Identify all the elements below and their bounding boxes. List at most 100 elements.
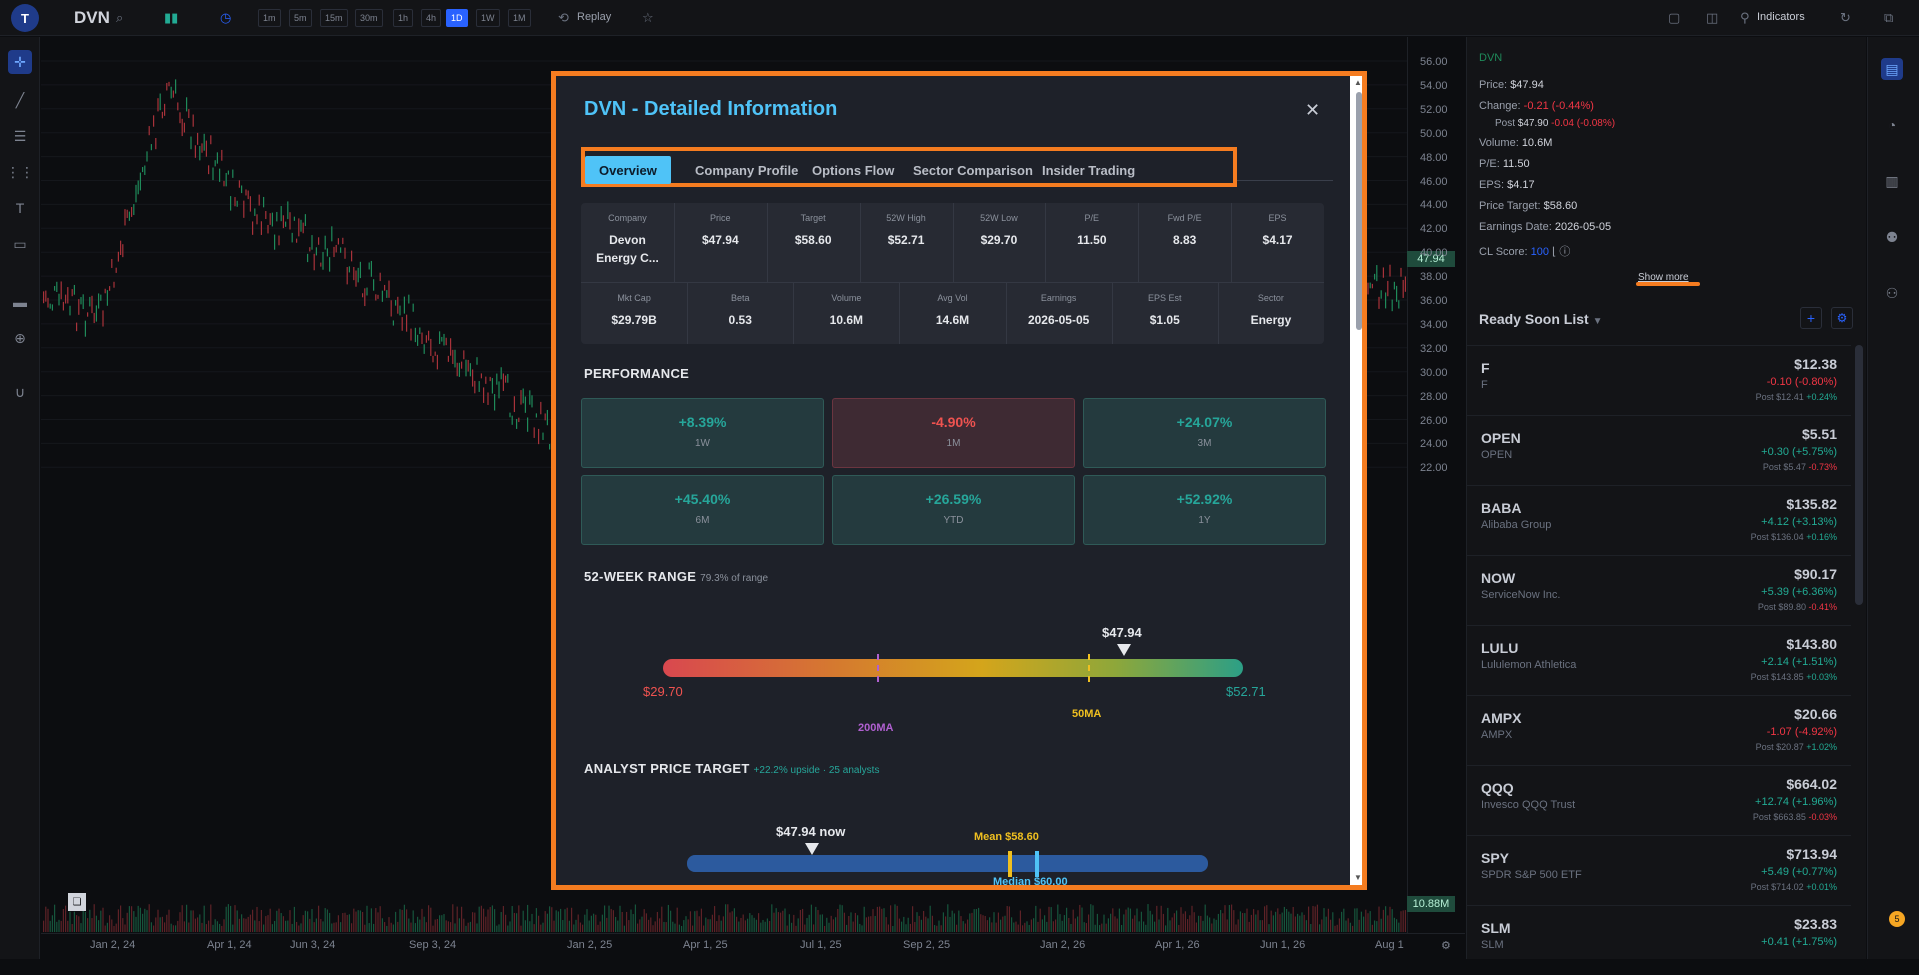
watchlist-name: Lululemon Athletica xyxy=(1481,659,1577,671)
volume-bar xyxy=(463,918,465,932)
timeframe-1h[interactable]: 1h xyxy=(393,9,414,27)
tab-overview[interactable]: Overview xyxy=(585,156,671,184)
volume-bar xyxy=(1094,924,1096,932)
add-symbol-button[interactable]: + xyxy=(1800,307,1822,329)
volume-bar xyxy=(263,924,265,932)
volume-bar xyxy=(696,910,698,932)
volume-bar xyxy=(588,920,590,932)
candle xyxy=(139,172,141,191)
watchlist-item[interactable]: BABA Alibaba Group $135.82 +4.12 (+3.13%) Po… xyxy=(1467,485,1851,555)
notification-badge[interactable]: 5 xyxy=(1889,911,1905,927)
volume-bar xyxy=(1198,915,1200,932)
volume-bar xyxy=(1239,911,1241,932)
ruler-icon[interactable]: ▬ xyxy=(8,290,32,314)
modal-scroll-thumb[interactable] xyxy=(1356,92,1362,330)
notes-icon[interactable]: ▤ xyxy=(1881,58,1903,80)
time-axis[interactable] xyxy=(41,933,1465,959)
timeframe-30m[interactable]: 30m xyxy=(355,9,383,27)
watchlist-item[interactable]: LULU Lululemon Athletica $143.80 +2.14 (+1.… xyxy=(1467,625,1851,695)
settings-gear-icon[interactable]: ⚙ xyxy=(1441,939,1451,952)
volume-bar xyxy=(1365,909,1367,932)
magnet-icon[interactable]: ∪ xyxy=(8,380,32,404)
tab-insider-trading[interactable]: Insider Trading xyxy=(1028,156,1149,184)
price-axis[interactable] xyxy=(1407,37,1465,942)
chevron-down-icon[interactable]: ▼ xyxy=(1593,316,1603,327)
volume-bar xyxy=(1019,910,1021,932)
timeframe-1d[interactable]: 1D xyxy=(446,9,468,27)
post-price: $143.85 xyxy=(1771,672,1804,682)
volume-bar xyxy=(1134,915,1136,932)
text-tool-icon[interactable]: T xyxy=(8,196,32,220)
timeframe-1m-month[interactable]: 1M xyxy=(508,9,531,27)
watchlist-item[interactable]: OPEN OPEN $5.51 +0.30 (+5.75%) Post $5.47 -0… xyxy=(1467,415,1851,485)
timeframe-1w[interactable]: 1W xyxy=(476,9,500,27)
volume-bar xyxy=(260,909,262,932)
candle xyxy=(454,349,456,368)
watchlist-item[interactable]: SLM SLM $23.83 +0.41 (+1.75%) xyxy=(1467,905,1851,975)
scroll-down-icon[interactable]: ▼ xyxy=(1354,873,1362,882)
tab-company-profile[interactable]: Company Profile xyxy=(681,156,812,184)
volume-bar xyxy=(997,912,999,932)
tab-sector-comparison[interactable]: Sector Comparison xyxy=(899,156,1047,184)
symbol-name[interactable]: DVN xyxy=(74,8,110,28)
volume-bar xyxy=(1228,905,1230,932)
volume-bar xyxy=(991,922,993,932)
tab-options-flow[interactable]: Options Flow xyxy=(798,156,908,184)
replay-button[interactable]: Replay xyxy=(577,11,611,23)
volume-bar xyxy=(496,925,498,932)
watchlist-item[interactable]: F F $12.38 -0.10 (-0.80%) Post $12.41 +0.24% xyxy=(1467,345,1851,415)
volume-bar xyxy=(564,909,566,932)
robot-icon[interactable]: ⚉ xyxy=(1881,226,1903,248)
people-icon[interactable]: ⚇ xyxy=(1881,282,1903,304)
list-settings-icon[interactable]: ⚙ xyxy=(1831,307,1853,329)
volume-bar xyxy=(852,921,854,932)
pattern-icon[interactable]: ⋮⋮ xyxy=(6,160,34,184)
crosshair-icon[interactable]: ✛ xyxy=(8,50,32,74)
layout-icon[interactable]: ▢ xyxy=(1668,10,1680,26)
volume-bar xyxy=(113,925,115,932)
volume-bar xyxy=(678,924,680,932)
volume-bar xyxy=(1272,915,1274,932)
volume-bar xyxy=(1321,919,1323,932)
candle xyxy=(274,234,276,250)
clock-icon[interactable]: ◷ xyxy=(220,10,231,26)
candle xyxy=(522,388,524,404)
watchlist-item[interactable]: QQQ Invesco QQQ Trust $664.02 +12.74 (+1.96… xyxy=(1467,765,1851,835)
bar-chart-icon[interactable]: ▥ xyxy=(1881,170,1903,192)
volume-bar xyxy=(1107,918,1109,932)
watchlist-item[interactable]: SPY SPDR S&P 500 ETF $713.94 +5.49 (+0.77%)… xyxy=(1467,835,1851,905)
info-icon[interactable]: ⓘ xyxy=(1559,246,1570,258)
trendline-icon[interactable]: ╱ xyxy=(8,88,32,112)
ready-soon-title[interactable]: Ready Soon List ▼ xyxy=(1479,311,1602,327)
indicators-button[interactable]: Indicators xyxy=(1757,11,1805,23)
volume-bar xyxy=(665,922,667,932)
window-icon[interactable]: ⧉ xyxy=(1884,10,1893,26)
comment-icon[interactable]: ▭ xyxy=(8,232,32,256)
refresh-icon[interactable]: ↻ xyxy=(1840,10,1851,26)
alert-bell-icon[interactable]: ◔ xyxy=(1881,114,1903,136)
watchlist-item[interactable]: NOW ServiceNow Inc. $90.17 +5.39 (+6.36%) Po… xyxy=(1467,555,1851,625)
scroll-up-icon[interactable]: ▲ xyxy=(1354,78,1362,87)
volume-bar xyxy=(1046,921,1048,932)
volume-bar xyxy=(672,921,674,932)
candle-type-icon[interactable]: ▮▮ xyxy=(164,10,178,26)
camera-icon[interactable]: ◫ xyxy=(1706,10,1718,26)
watchlist-change: -0.10 (-0.80%) xyxy=(1766,376,1837,388)
timeframe-15m[interactable]: 15m xyxy=(320,9,348,27)
stat-cell: Sector Energy xyxy=(1218,283,1324,344)
timeframe-1m[interactable]: 1m xyxy=(258,9,281,27)
star-icon[interactable]: ☆ xyxy=(642,10,654,26)
candle xyxy=(1387,280,1389,297)
watchlist-scrollbar[interactable] xyxy=(1855,345,1863,605)
search-icon[interactable]: ⌕ xyxy=(116,10,123,26)
fib-icon[interactable]: ☰ xyxy=(8,124,32,148)
volume-bar xyxy=(80,923,82,932)
volume-bar xyxy=(225,906,227,932)
user-avatar[interactable]: T xyxy=(11,4,39,32)
timeframe-4h[interactable]: 4h xyxy=(421,9,442,27)
close-icon[interactable]: ✕ xyxy=(1305,100,1320,121)
zoom-icon[interactable]: ⊕ xyxy=(8,326,32,350)
timeframe-5m[interactable]: 5m xyxy=(289,9,312,27)
watchlist-item[interactable]: AMPX AMPX $20.66 -1.07 (-4.92%) Post $20.87 … xyxy=(1467,695,1851,765)
mini-chart-icon[interactable]: ⌊ xyxy=(1552,246,1556,258)
